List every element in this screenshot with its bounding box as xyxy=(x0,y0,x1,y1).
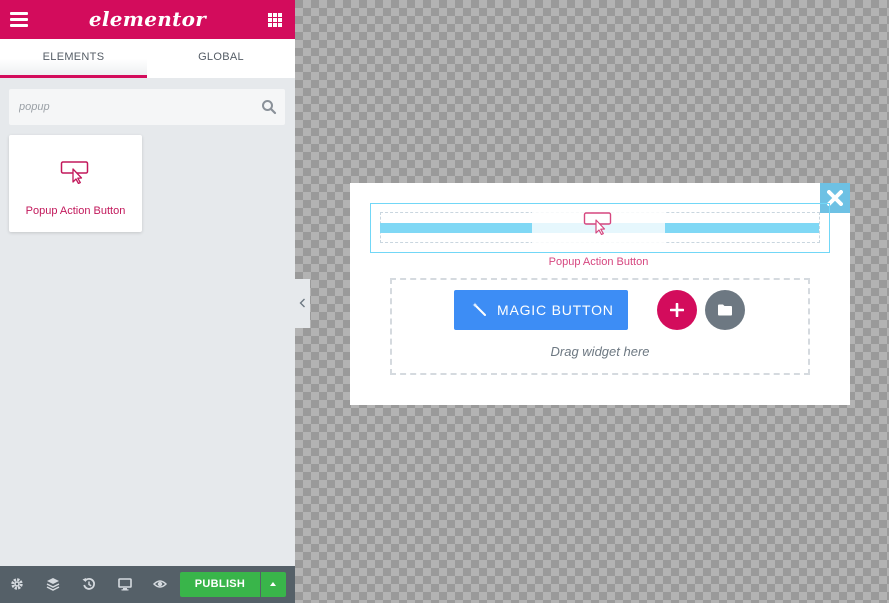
settings-icon[interactable] xyxy=(10,577,24,591)
search-input[interactable] xyxy=(9,89,249,125)
widget-label: Popup Action Button xyxy=(25,205,126,217)
grid-icon[interactable] xyxy=(268,13,282,27)
tab-global[interactable]: GLOBAL xyxy=(147,39,295,78)
magic-button[interactable]: MAGIC BUTTON xyxy=(454,290,628,330)
navigator-icon[interactable] xyxy=(46,577,60,591)
dragging-widget-label: Popup Action Button xyxy=(548,256,649,268)
elementor-logo: elementor xyxy=(88,7,207,31)
popup-action-button-icon xyxy=(60,161,89,184)
editor-panel: elementor ELEMENTS GLOBAL Popup Action B… xyxy=(0,0,295,603)
tab-elements[interactable]: ELEMENTS xyxy=(0,39,147,78)
plus-icon xyxy=(670,303,684,317)
magic-wand-icon xyxy=(472,302,486,316)
folder-icon xyxy=(718,304,732,316)
search-box xyxy=(9,89,285,125)
popup-action-button-icon xyxy=(583,212,612,235)
panel-tabs: ELEMENTS GLOBAL xyxy=(0,39,295,78)
drag-widget-hint: Drag widget here xyxy=(550,344,650,359)
responsive-icon[interactable] xyxy=(118,577,132,591)
panel-collapse-handle[interactable] xyxy=(295,279,310,328)
add-template-button[interactable] xyxy=(705,290,745,330)
drop-indicator-left xyxy=(380,223,532,233)
drop-indicator-right xyxy=(665,223,819,233)
history-icon[interactable] xyxy=(82,577,96,591)
magic-button-label: MAGIC BUTTON xyxy=(497,302,614,318)
chevron-left-icon xyxy=(299,298,305,308)
panel-header: elementor xyxy=(0,0,295,39)
search-icon[interactable] xyxy=(261,99,277,115)
widget-card-popup-action-button[interactable]: Popup Action Button xyxy=(9,135,142,232)
caret-up-icon xyxy=(270,582,276,586)
add-section-button[interactable] xyxy=(657,290,697,330)
publish-button[interactable]: PUBLISH xyxy=(180,572,260,597)
preview-icon[interactable] xyxy=(153,577,167,591)
publish-options-button[interactable] xyxy=(261,572,286,597)
